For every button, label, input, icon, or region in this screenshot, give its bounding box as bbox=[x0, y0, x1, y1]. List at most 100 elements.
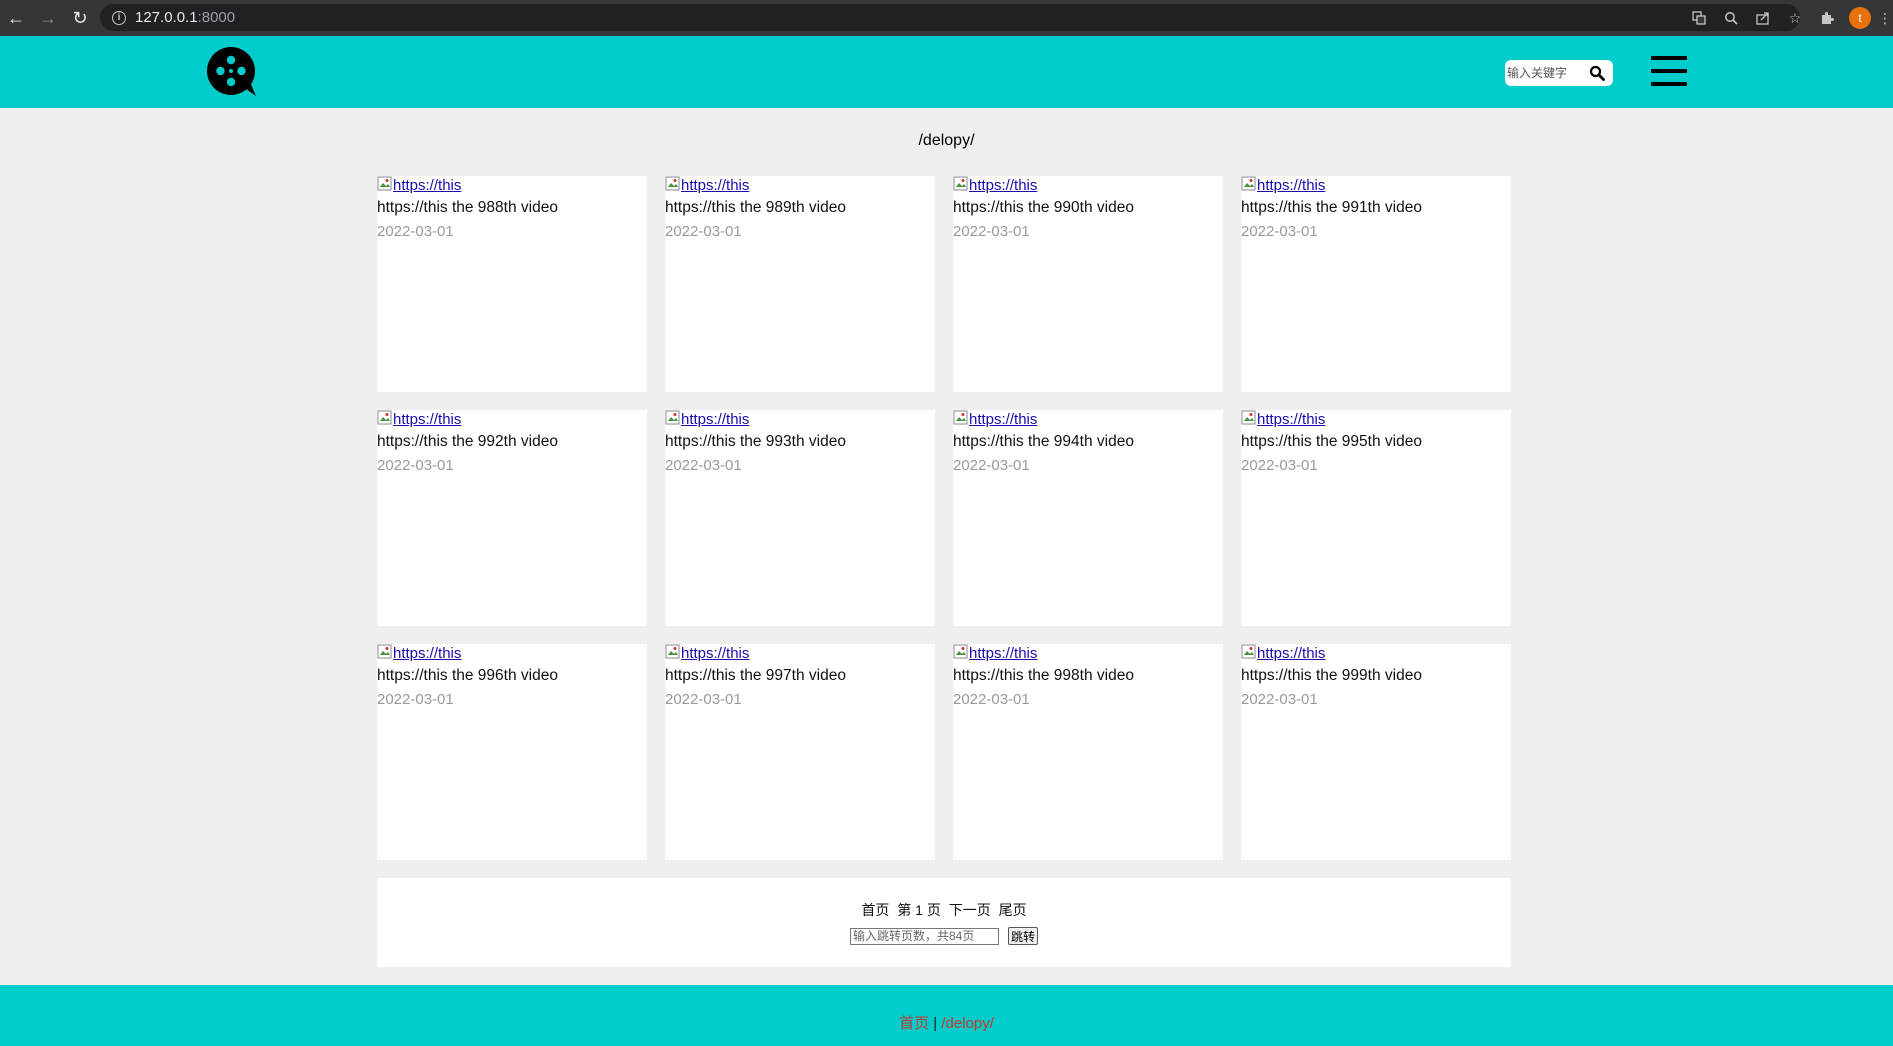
video-title[interactable]: https://this the 993th video bbox=[665, 432, 935, 452]
video-thumbnail-link[interactable]: https://this bbox=[953, 410, 1223, 429]
video-date: 2022-03-01 bbox=[665, 457, 742, 474]
footer-breadcrumb: 首页 | /delopy/ bbox=[0, 1012, 1893, 1033]
first-page-link[interactable]: 首页 bbox=[861, 902, 889, 918]
video-date: 2022-03-01 bbox=[953, 223, 1030, 240]
video-card[interactable]: https://this https://this the 993th vide… bbox=[665, 410, 935, 626]
current-page-label: 第 1 页 bbox=[897, 902, 941, 918]
video-date: 2022-03-01 bbox=[377, 457, 454, 474]
video-title[interactable]: https://this the 990th video bbox=[953, 198, 1223, 218]
video-card[interactable]: https://this https://this the 995th vide… bbox=[1241, 410, 1511, 626]
video-card[interactable]: https://this https://this the 999th vide… bbox=[1241, 644, 1511, 860]
next-page-link[interactable]: 下一页 bbox=[949, 902, 991, 918]
extensions-icon[interactable] bbox=[1811, 0, 1843, 36]
back-icon[interactable]: ← bbox=[0, 0, 32, 36]
zoom-icon[interactable] bbox=[1715, 0, 1747, 36]
address-url[interactable]: 127.0.0.1:8000 bbox=[135, 9, 235, 26]
video-title[interactable]: https://this the 992th video bbox=[377, 432, 647, 452]
footer-separator: | bbox=[929, 1015, 942, 1032]
thumbnail-alt-text: https://this bbox=[969, 645, 1038, 662]
video-date: 2022-03-01 bbox=[1241, 223, 1318, 240]
search-input[interactable] bbox=[1505, 61, 1585, 85]
translate-icon[interactable] bbox=[1683, 0, 1715, 36]
video-thumbnail-link[interactable]: https://this bbox=[1241, 176, 1511, 195]
address-bar[interactable]: i 127.0.0.1:8000 bbox=[100, 4, 1800, 31]
video-card[interactable]: https://this https://this the 996th vide… bbox=[377, 644, 647, 860]
thumbnail-alt-text: https://this bbox=[393, 645, 462, 662]
video-date: 2022-03-01 bbox=[1241, 457, 1318, 474]
search-box bbox=[1505, 60, 1613, 86]
video-card[interactable]: https://this https://this the 997th vide… bbox=[665, 644, 935, 860]
page-jump-input[interactable] bbox=[849, 927, 999, 945]
share-icon[interactable] bbox=[1747, 0, 1779, 36]
footer-home-link[interactable]: 首页 bbox=[899, 1015, 929, 1032]
broken-image-icon bbox=[665, 410, 681, 426]
video-title[interactable]: https://this the 995th video bbox=[1241, 432, 1511, 452]
video-grid: https://this https://this the 988th vide… bbox=[377, 176, 1511, 860]
broken-image-icon bbox=[665, 176, 681, 192]
thumbnail-alt-text: https://this bbox=[969, 177, 1038, 194]
video-card[interactable]: https://this https://this the 992th vide… bbox=[377, 410, 647, 626]
broken-image-icon bbox=[377, 410, 393, 426]
site-footer: 首页 | /delopy/ bbox=[0, 985, 1893, 1046]
pagination: 首页 第 1 页 下一页 尾页 跳转 bbox=[377, 878, 1511, 967]
video-thumbnail-link[interactable]: https://this bbox=[665, 176, 935, 195]
page-title: /delopy/ bbox=[918, 132, 975, 149]
video-thumbnail-link[interactable]: https://this bbox=[377, 410, 647, 429]
video-date: 2022-03-01 bbox=[1241, 691, 1318, 708]
video-thumbnail-link[interactable]: https://this bbox=[1241, 410, 1511, 429]
video-thumbnail-link[interactable]: https://this bbox=[953, 176, 1223, 195]
browser-toolbar: ← → ↻ i 127.0.0.1:8000 ☆ t ⋮ bbox=[0, 0, 1893, 36]
page-jump-button[interactable]: 跳转 bbox=[1007, 927, 1038, 945]
video-date: 2022-03-01 bbox=[377, 691, 454, 708]
video-card[interactable]: https://this https://this the 998th vide… bbox=[953, 644, 1223, 860]
url-port: :8000 bbox=[197, 9, 236, 26]
video-title[interactable]: https://this the 999th video bbox=[1241, 666, 1511, 686]
browser-menu-icon[interactable]: ⋮ bbox=[1877, 0, 1893, 36]
broken-image-icon bbox=[665, 644, 681, 660]
site-info-icon[interactable]: i bbox=[112, 10, 126, 25]
hamburger-menu-icon[interactable] bbox=[1651, 56, 1687, 86]
video-thumbnail-link[interactable]: https://this bbox=[665, 644, 935, 663]
broken-image-icon bbox=[1241, 644, 1257, 660]
broken-image-icon bbox=[1241, 176, 1257, 192]
profile-avatar[interactable]: t bbox=[1849, 7, 1871, 29]
thumbnail-alt-text: https://this bbox=[681, 645, 750, 662]
site-header bbox=[0, 36, 1893, 108]
video-thumbnail-link[interactable]: https://this bbox=[377, 176, 647, 195]
video-thumbnail-link[interactable]: https://this bbox=[953, 644, 1223, 663]
site-logo[interactable] bbox=[206, 46, 258, 98]
video-date: 2022-03-01 bbox=[665, 691, 742, 708]
video-date: 2022-03-01 bbox=[665, 223, 742, 240]
video-title[interactable]: https://this the 994th video bbox=[953, 432, 1223, 452]
reload-icon[interactable]: ↻ bbox=[64, 0, 96, 36]
video-title[interactable]: https://this the 988th video bbox=[377, 198, 647, 218]
video-card[interactable]: https://this https://this the 988th vide… bbox=[377, 176, 647, 392]
video-thumbnail-link[interactable]: https://this bbox=[1241, 644, 1511, 663]
video-title[interactable]: https://this the 997th video bbox=[665, 666, 935, 686]
video-card[interactable]: https://this https://this the 994th vide… bbox=[953, 410, 1223, 626]
video-title[interactable]: https://this the 998th video bbox=[953, 666, 1223, 686]
video-thumbnail-link[interactable]: https://this bbox=[377, 644, 647, 663]
video-date: 2022-03-01 bbox=[953, 691, 1030, 708]
thumbnail-alt-text: https://this bbox=[393, 177, 462, 194]
broken-image-icon bbox=[953, 644, 969, 660]
broken-image-icon bbox=[377, 176, 393, 192]
video-card[interactable]: https://this https://this the 990th vide… bbox=[953, 176, 1223, 392]
video-title[interactable]: https://this the 996th video bbox=[377, 666, 647, 686]
search-icon[interactable] bbox=[1585, 61, 1609, 85]
video-thumbnail-link[interactable]: https://this bbox=[665, 410, 935, 429]
last-page-link[interactable]: 尾页 bbox=[999, 902, 1027, 918]
url-host: 127.0.0.1 bbox=[135, 9, 198, 26]
video-title[interactable]: https://this the 991th video bbox=[1241, 198, 1511, 218]
broken-image-icon bbox=[1241, 410, 1257, 426]
video-card[interactable]: https://this https://this the 989th vide… bbox=[665, 176, 935, 392]
page-jump: 跳转 bbox=[377, 927, 1511, 945]
forward-icon[interactable]: → bbox=[32, 0, 64, 36]
video-card[interactable]: https://this https://this the 991th vide… bbox=[1241, 176, 1511, 392]
video-title[interactable]: https://this the 989th video bbox=[665, 198, 935, 218]
thumbnail-alt-text: https://this bbox=[681, 177, 750, 194]
video-date: 2022-03-01 bbox=[953, 457, 1030, 474]
footer-path-link[interactable]: /delopy/ bbox=[941, 1015, 994, 1032]
broken-image-icon bbox=[377, 644, 393, 660]
bookmark-star-icon[interactable]: ☆ bbox=[1779, 0, 1811, 36]
